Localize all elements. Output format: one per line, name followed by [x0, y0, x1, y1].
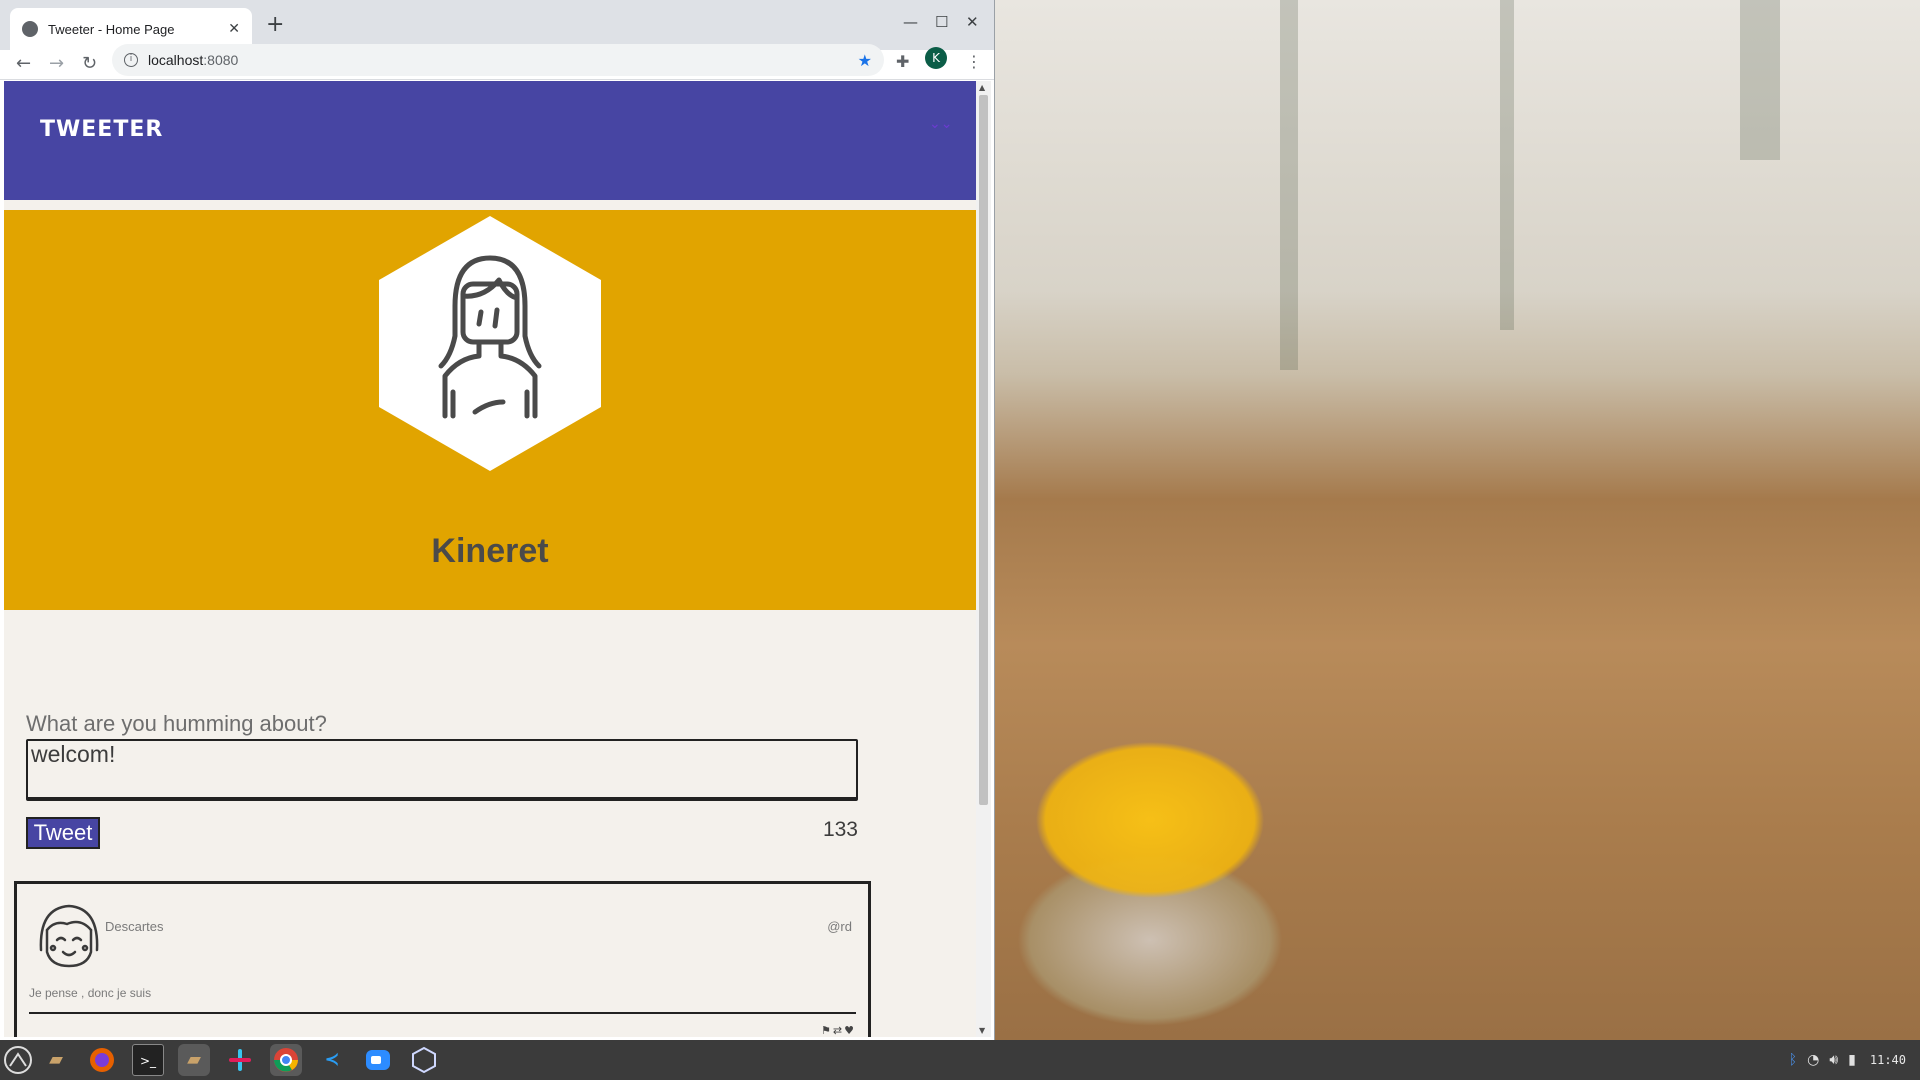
bluetooth-icon[interactable]: ᛒ	[1789, 1052, 1797, 1068]
forward-icon[interactable]: →	[49, 53, 64, 74]
flag-icon[interactable]: ⚑	[821, 1024, 833, 1037]
firefox-icon[interactable]	[86, 1044, 118, 1076]
minimize-icon[interactable]: —	[903, 13, 918, 31]
tweet-divider	[29, 1012, 856, 1014]
address-bar[interactable]: i localhost:8080 ★	[112, 44, 884, 76]
girl-avatar-icon	[39, 904, 99, 968]
globe-icon	[22, 21, 38, 37]
profile-header: Kineret	[4, 210, 976, 610]
chrome-icon[interactable]	[270, 1044, 302, 1076]
scrollbar-thumb[interactable]	[979, 95, 988, 805]
virtualbox-icon[interactable]	[408, 1044, 440, 1076]
extensions-icon[interactable]: ✚	[896, 52, 909, 71]
tab-title: Tweeter - Home Page	[48, 21, 175, 37]
heart-icon[interactable]: ♥	[844, 1024, 856, 1037]
site-logo[interactable]: TWEETER	[40, 117, 163, 142]
url-host: localhost	[148, 52, 204, 68]
files-icon[interactable]: ▰	[40, 1044, 72, 1076]
wifi-icon[interactable]: ◔	[1807, 1052, 1819, 1068]
battery-icon[interactable]: ▮	[1848, 1052, 1856, 1068]
tweet-button[interactable]: Tweet	[26, 817, 100, 849]
clock[interactable]: 11:40	[1870, 1053, 1906, 1067]
tweet-handle: @rd	[827, 919, 852, 934]
window-close-icon[interactable]: ✕	[966, 13, 979, 31]
tweet-input[interactable]: welcom!	[26, 739, 858, 801]
taskbar: ▰ >_ ▰ ≺ ᛒ ◔ 🔊︎ ▮ 11:40	[0, 1040, 1920, 1080]
folder-icon[interactable]: ▰	[178, 1044, 210, 1076]
slack-icon[interactable]	[224, 1044, 256, 1076]
site-info-icon[interactable]: i	[124, 53, 138, 67]
reload-icon[interactable]: ↻	[82, 53, 97, 74]
back-icon[interactable]: ←	[16, 53, 31, 74]
page-viewport: TWEETER ⌄⌄ Kineret What are you humming …	[4, 81, 976, 1037]
volume-icon[interactable]: 🔊︎	[1829, 1052, 1838, 1068]
vscode-icon[interactable]: ≺	[316, 1044, 348, 1076]
tweet-actions: ⚑⇄♥	[821, 1024, 856, 1037]
tweet-author: Descartes	[105, 919, 164, 934]
browser-window: Tweeter - Home Page ✕ + — ☐ ✕ ← → ↻ i lo…	[0, 0, 995, 1040]
new-tab-button[interactable]: +	[266, 12, 284, 37]
char-counter: 133	[822, 818, 858, 841]
site-navbar: TWEETER ⌄⌄	[4, 81, 976, 200]
menu-icon[interactable]	[2, 1044, 34, 1076]
profile-avatar[interactable]: K	[925, 47, 947, 69]
terminal-icon[interactable]: >_	[132, 1044, 164, 1076]
double-chevron-down-icon[interactable]: ⌄⌄	[929, 116, 952, 132]
zoom-icon[interactable]	[362, 1044, 394, 1076]
scroll-up-icon[interactable]: ▲	[979, 83, 985, 92]
compose-label: What are you humming about?	[26, 711, 327, 736]
tab-bar: Tweeter - Home Page ✕ + — ☐ ✕	[0, 0, 994, 50]
url-port: :8080	[203, 52, 239, 68]
scroll-down-icon[interactable]: ▼	[979, 1026, 985, 1035]
page-scrollbar[interactable]: ▲ ▼	[976, 81, 991, 1037]
tweet-content: Je pense , donc je suis	[29, 986, 152, 1000]
retweet-icon[interactable]: ⇄	[833, 1024, 844, 1037]
tweet-card: Descartes @rd Je pense , donc je suis ⚑⇄…	[14, 881, 871, 1037]
maximize-icon[interactable]: ☐	[935, 13, 948, 31]
compose-form: What are you humming about? welcom! Twee…	[26, 711, 858, 849]
bookmark-star-icon[interactable]: ★	[858, 51, 872, 70]
browser-menu-icon[interactable]: ⋮	[966, 52, 982, 71]
profile-name: Kineret	[431, 532, 549, 570]
tab-close-icon[interactable]: ✕	[228, 21, 240, 37]
woman-avatar-icon	[379, 216, 601, 471]
system-tray: ᛒ ◔ 🔊︎ ▮ 11:40	[1789, 1040, 1906, 1080]
browser-toolbar: ← → ↻ i localhost:8080 ★ ✚ K ⋮	[0, 44, 994, 80]
